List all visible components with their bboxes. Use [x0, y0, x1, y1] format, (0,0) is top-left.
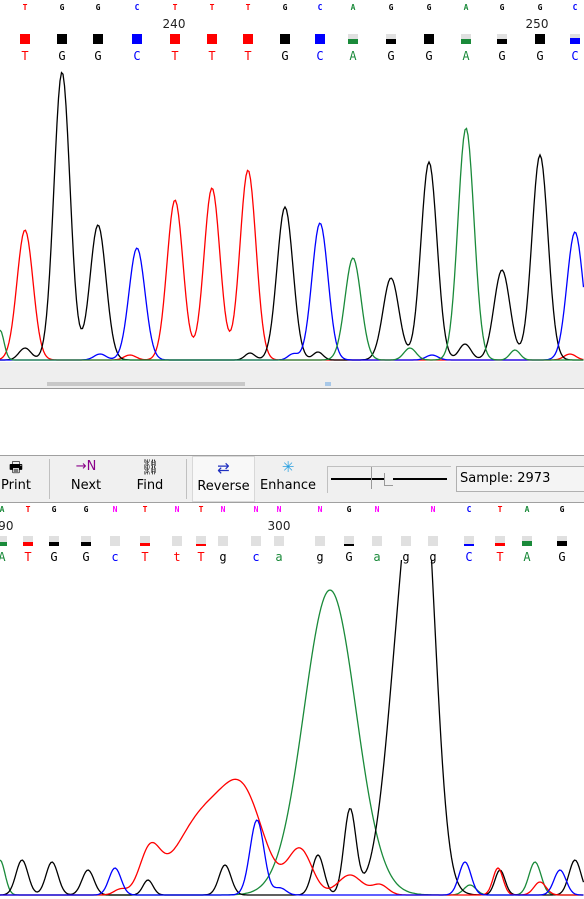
raw-base-call: N: [220, 505, 226, 514]
quality-bar: [428, 536, 438, 546]
top-trace-plot: [0, 71, 584, 361]
sample-readout: Sample: 2973: [456, 466, 584, 492]
next-label: Next: [70, 478, 102, 493]
raw-base-call: N: [374, 505, 380, 514]
quality-bar: [110, 536, 120, 546]
quality-bar: [172, 536, 182, 546]
scroll-position-marker: [325, 382, 331, 386]
quality-bar: [81, 536, 91, 546]
quality-bar: [23, 536, 33, 546]
quality-bar: [401, 536, 411, 546]
reverse-button[interactable]: ⇄ Reverse: [192, 456, 255, 502]
trace-A: [0, 127, 584, 361]
top-scrollbar[interactable]: [0, 362, 584, 389]
quality-bar: [557, 536, 567, 546]
quality-bar: [372, 536, 382, 546]
quality-bar: [140, 536, 150, 546]
raw-base-call: N: [317, 505, 323, 514]
quality-fill: [49, 542, 59, 546]
quality-fill: [464, 544, 474, 546]
ruler-label: 300: [267, 519, 291, 533]
quality-bar: [49, 536, 59, 546]
quality-fill: [557, 541, 567, 546]
raw-base-call: N: [276, 505, 282, 514]
raw-base-call: T: [25, 505, 31, 514]
next-n-icon: →N: [75, 459, 97, 474]
raw-base-call: G: [559, 505, 565, 514]
quality-fill: [23, 542, 33, 546]
printer-icon: 🖶: [8, 458, 24, 476]
raw-base-call: T: [497, 505, 503, 514]
raw-base-call: N: [174, 505, 180, 514]
toolbar: 🖶 Print →N Next ⛓ Find ⇄ Reverse ✳ Enhance Sa…: [0, 455, 584, 503]
raw-base-call: T: [198, 505, 204, 514]
quality-bar: [274, 536, 284, 546]
trace-T: [0, 169, 584, 361]
raw-base-call: T: [142, 505, 148, 514]
quality-fill: [344, 544, 354, 546]
trace-G: [0, 71, 584, 361]
quality-bar: [218, 536, 228, 546]
quality-bar: [251, 536, 261, 546]
quality-fill: [522, 541, 532, 546]
slider-tick: [371, 467, 372, 489]
quality-fill: [81, 542, 91, 546]
enhance-label: Enhance: [259, 478, 317, 493]
trace-A: [0, 589, 584, 896]
find-button[interactable]: ⛓ Find: [128, 456, 172, 502]
raw-base-call: N: [430, 505, 436, 514]
bottom-trace-plot: [0, 560, 584, 896]
quality-fill: [495, 543, 505, 546]
quality-bar: [495, 536, 505, 546]
raw-base-call: N: [253, 505, 259, 514]
raw-base-call: G: [83, 505, 89, 514]
next-button[interactable]: →N Next: [62, 456, 110, 502]
trace-G: [0, 560, 584, 896]
binoculars-icon: ⛓: [140, 458, 160, 476]
print-button[interactable]: 🖶 Print: [0, 456, 38, 502]
quality-fill: [0, 542, 7, 546]
slider-thumb[interactable]: [384, 473, 393, 486]
reverse-label: Reverse: [197, 479, 250, 494]
quality-fill: [196, 544, 206, 546]
enhance-button[interactable]: ✳ Enhance: [258, 456, 318, 502]
scrollbar-thumb[interactable]: [47, 382, 245, 386]
raw-base-call: C: [466, 505, 472, 514]
ruler-label: 290: [0, 519, 14, 533]
raw-base-call: G: [51, 505, 57, 514]
quality-bar: [196, 536, 206, 546]
separator: [49, 459, 50, 499]
quality-bar: [344, 536, 354, 546]
raw-base-call: N: [112, 505, 118, 514]
find-label: Find: [136, 478, 164, 493]
raw-base-call: G: [346, 505, 352, 514]
quality-bar: [522, 536, 532, 546]
separator: [186, 459, 187, 499]
quality-fill: [140, 543, 150, 546]
raw-base-call: A: [524, 505, 530, 514]
trace-C: [0, 819, 584, 896]
print-label: Print: [1, 478, 31, 493]
zoom-slider[interactable]: [327, 466, 451, 493]
quality-bar: [315, 536, 325, 546]
raw-base-call: A: [0, 505, 5, 514]
magic-wand-icon: ✳: [281, 458, 295, 476]
reverse-arrows-icon: ⇄: [217, 459, 230, 477]
quality-bar: [464, 536, 474, 546]
quality-bar: [0, 536, 7, 546]
